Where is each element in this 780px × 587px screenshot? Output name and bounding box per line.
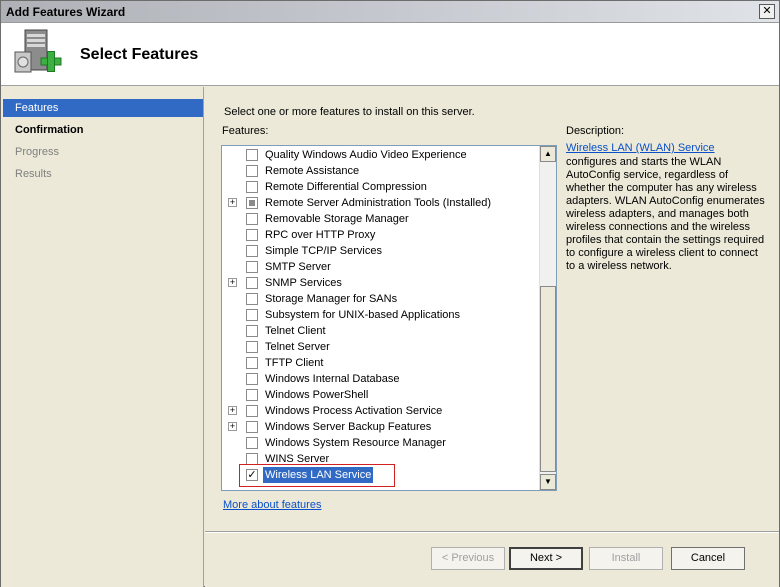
feature-row[interactable]: Remote Differential Compression [222,179,540,195]
expand-icon[interactable]: + [228,198,237,207]
expand-icon[interactable]: + [228,278,237,287]
feature-checkbox[interactable] [246,277,258,289]
feature-row[interactable]: + Windows Server Backup Features [222,419,540,435]
feature-label: Remote Differential Compression [265,181,427,193]
feature-row[interactable]: + Remote Server Administration Tools (Ins… [222,195,540,211]
feature-label: SNMP Services [265,277,342,289]
feature-row[interactable]: SMTP Server [222,259,540,275]
divider [205,531,779,533]
feature-row[interactable]: TFTP Client [222,355,540,371]
feature-checkbox[interactable] [246,213,258,225]
feature-label: Windows PowerShell [265,389,369,401]
description-service-link[interactable]: Wireless LAN (WLAN) Service [566,142,715,154]
feature-row[interactable]: Windows Internal Database [222,371,540,387]
feature-label: Windows Internal Database [265,373,400,385]
instruction-text: Select one or more features to install o… [224,106,475,118]
more-about-features-link[interactable]: More about features [223,499,321,511]
feature-checkbox[interactable] [246,245,258,257]
feature-label: Simple TCP/IP Services [265,245,382,257]
feature-label: TFTP Client [265,357,324,369]
feature-checkbox[interactable] [246,229,258,241]
feature-label: Removable Storage Manager [265,213,409,225]
arrow-up-icon: ▲ [544,149,552,158]
features-list[interactable]: Quality Windows Audio Video Experience Re… [221,145,557,491]
feature-checkbox[interactable] [246,261,258,273]
feature-label: Remote Server Administration Tools (Inst… [265,197,492,209]
expand-icon[interactable]: + [228,406,237,415]
close-button[interactable]: ✕ [759,4,775,19]
feature-label: Windows Process Activation Service [265,405,443,417]
feature-row[interactable]: Removable Storage Manager [222,211,540,227]
feature-checkbox[interactable] [246,293,258,305]
feature-checkbox[interactable] [246,325,258,337]
feature-checkbox[interactable] [246,405,258,417]
title-bar: Add Features Wizard ✕ [1,1,779,23]
feature-checkbox[interactable] [246,341,258,353]
feature-label: RPC over HTTP Proxy [265,229,376,241]
page-title: Select Features [80,46,199,63]
feature-label: Remote Assistance [265,165,360,177]
feature-row[interactable]: Quality Windows Audio Video Experience [222,147,540,163]
arrow-down-icon: ▼ [544,477,552,486]
feature-checkbox[interactable] [246,389,258,401]
server-add-icon [14,29,62,73]
cancel-button[interactable]: Cancel [671,547,745,570]
description-text: configures and starts the WLAN AutoConfi… [566,156,765,272]
features-scrollbar[interactable]: ▲ ▼ [539,146,556,490]
step-progress: Progress [15,146,60,158]
feature-checkbox[interactable] [246,165,258,177]
features-label: Features: [222,125,269,137]
step-features[interactable]: Features [3,99,203,117]
feature-label: SMTP Server [265,261,331,273]
feature-row[interactable]: Telnet Client [222,323,540,339]
feature-row[interactable]: Windows PowerShell [222,387,540,403]
feature-checkbox[interactable] [246,421,258,433]
wizard-steps: Features Confirmation Progress Results [1,87,204,587]
feature-checkbox[interactable] [246,357,258,369]
feature-row[interactable]: RPC over HTTP Proxy [222,227,540,243]
feature-label: Telnet Server [265,341,330,353]
wizard-window: Add Features Wizard ✕ Select Features Fe… [0,0,780,587]
feature-checkbox[interactable] [246,373,258,385]
feature-row[interactable]: Windows System Resource Manager [222,435,540,451]
install-button[interactable]: Install [589,547,663,570]
description-label: Description: [566,125,625,137]
step-results: Results [15,168,52,180]
feature-label: Telnet Client [265,325,326,337]
expand-icon[interactable]: + [228,422,237,431]
scroll-up-button[interactable]: ▲ [540,146,556,162]
feature-label: Subsystem for UNIX-based Applications [265,309,461,321]
scroll-down-button[interactable]: ▼ [540,474,556,490]
selection-highlight-box [239,464,395,487]
feature-label: Windows Server Backup Features [265,421,432,433]
close-icon: ✕ [762,5,772,17]
feature-label: Windows System Resource Manager [265,437,446,449]
feature-label: Storage Manager for SANs [265,293,398,305]
previous-button[interactable]: < Previous [431,547,505,570]
feature-row[interactable]: Subsystem for UNIX-based Applications [222,307,540,323]
feature-label: Quality Windows Audio Video Experience [265,149,467,161]
next-button[interactable]: Next > [509,547,583,570]
feature-row[interactable]: Simple TCP/IP Services [222,243,540,259]
feature-checkbox[interactable] [246,197,258,209]
scroll-thumb[interactable] [540,286,556,472]
feature-row[interactable]: Storage Manager for SANs [222,291,540,307]
feature-row[interactable]: Remote Assistance [222,163,540,179]
window-title: Add Features Wizard [6,5,126,19]
feature-row[interactable]: + SNMP Services [222,275,540,291]
feature-checkbox[interactable] [246,181,258,193]
feature-checkbox[interactable] [246,149,258,161]
wizard-header: Select Features [1,23,779,86]
step-confirmation[interactable]: Confirmation [3,121,203,139]
feature-row[interactable]: + Windows Process Activation Service [222,403,540,419]
feature-checkbox[interactable] [246,437,258,449]
feature-row[interactable]: Telnet Server [222,339,540,355]
feature-checkbox[interactable] [246,309,258,321]
main-panel: Select one or more features to install o… [205,87,779,587]
